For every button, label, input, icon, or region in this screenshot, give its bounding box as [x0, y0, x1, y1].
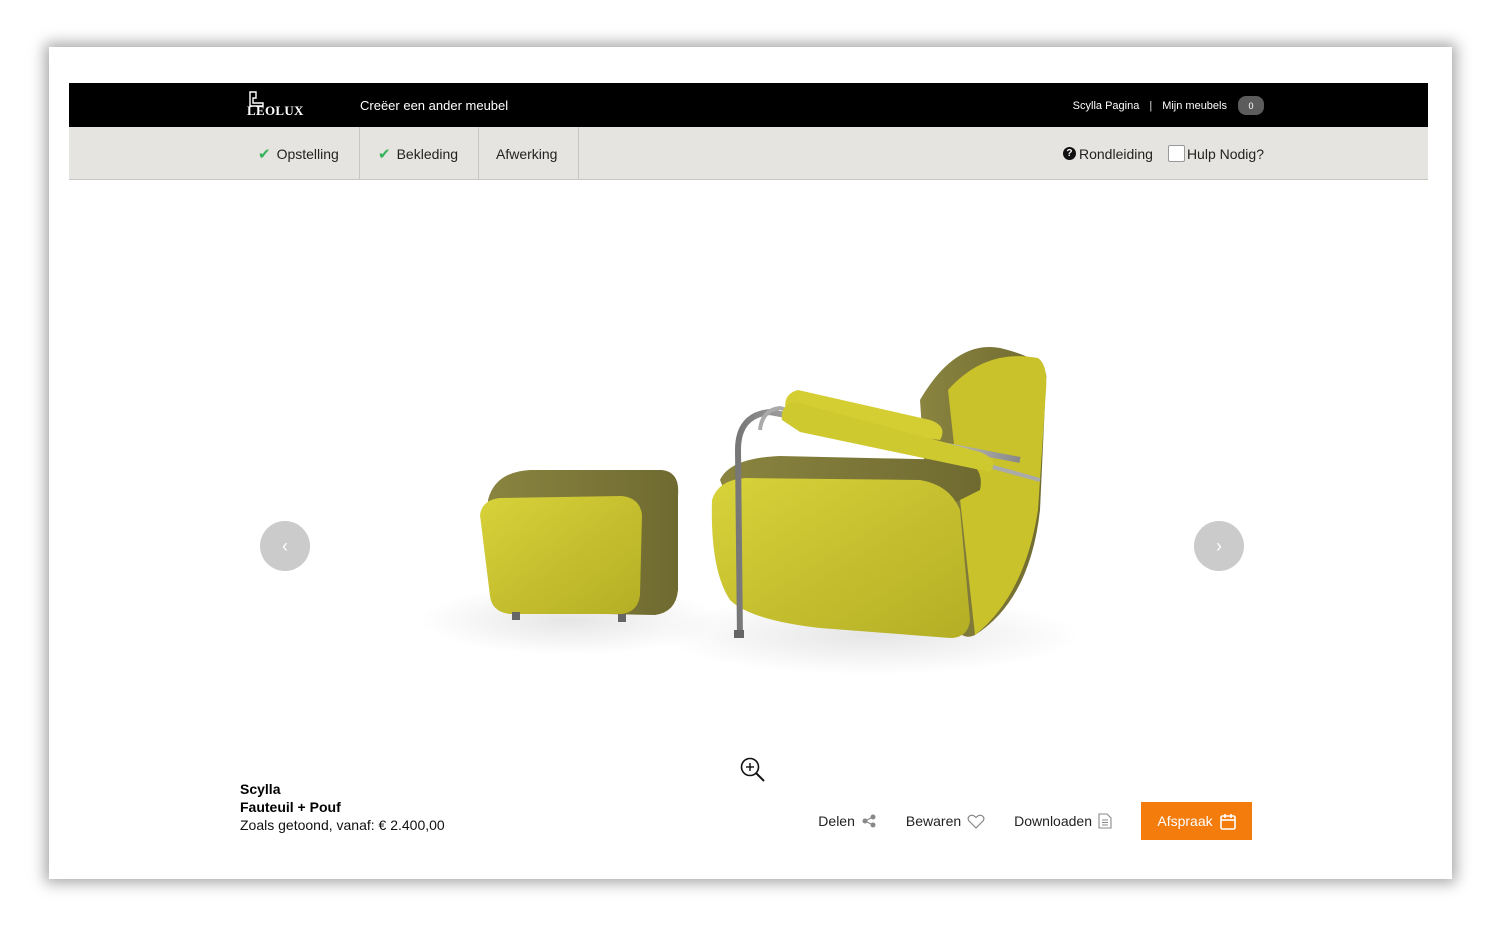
configurator-steps-bar: ✔ Opstelling ✔ Bekleding Afwerking ? Ron… [69, 127, 1428, 180]
my-furniture-link[interactable]: Mijn meubels [1162, 100, 1227, 112]
calendar-icon [1219, 813, 1236, 830]
chevron-left-icon: ‹ [282, 535, 288, 556]
download-button[interactable]: Downloaden [1014, 813, 1112, 829]
model-page-link[interactable]: Scylla Pagina [1073, 100, 1140, 112]
appointment-label: Afspraak [1157, 813, 1213, 829]
product-price: Zoals getoond, vanaf: € 2.400,00 [240, 817, 445, 833]
leolux-logo[interactable]: LEOLUX [247, 91, 304, 119]
help-label[interactable]: Hulp Nodig? [1187, 146, 1264, 162]
heart-icon [967, 814, 985, 829]
share-label: Delen [818, 813, 855, 829]
create-other-furniture-link[interactable]: Creëer een ander meubel [360, 98, 508, 113]
share-icon [862, 814, 876, 828]
logo-text: LEOLUX [247, 103, 304, 118]
chevron-right-icon: › [1216, 535, 1222, 556]
step-divider [359, 127, 360, 180]
carousel-next-button[interactable]: › [1194, 521, 1244, 571]
top-header: LEOLUX Creëer een ander meubel Scylla Pa… [69, 83, 1428, 127]
step-divider [578, 127, 579, 180]
product-render [420, 347, 1080, 675]
download-label: Downloaden [1014, 813, 1092, 829]
pouf-illustration [480, 470, 679, 622]
carousel-prev-button[interactable]: ‹ [260, 521, 310, 571]
header-separator: | [1149, 99, 1153, 112]
check-icon: ✔ [378, 145, 391, 163]
nav-help-area: ? Rondleiding Hulp Nodig? [1062, 127, 1264, 180]
step-divider [478, 127, 479, 180]
step-label: Opstelling [276, 145, 339, 162]
step-opstelling[interactable]: ✔ Opstelling [258, 127, 339, 180]
zoom-in-icon[interactable] [739, 757, 767, 783]
product-type: Fauteuil + Pouf [240, 799, 341, 815]
tour-link[interactable]: Rondleiding [1079, 146, 1153, 162]
step-bekleding[interactable]: ✔ Bekleding [378, 127, 458, 180]
product-info: Scylla Fauteuil + Pouf Zoals getoond, va… [240, 780, 445, 834]
save-button[interactable]: Bewaren [906, 813, 985, 829]
step-afwerking[interactable]: Afwerking [496, 127, 557, 180]
question-icon: ? [1062, 147, 1076, 160]
header-user-links: Scylla Pagina | Mijn meubels 0 [1073, 96, 1264, 115]
share-button[interactable]: Delen [818, 813, 877, 829]
step-label: Afwerking [496, 145, 558, 162]
check-icon: ✔ [258, 145, 271, 163]
armchair-illustration [711, 347, 1047, 639]
document-icon [1098, 813, 1112, 829]
product-actions: Delen Bewaren Downloaden Afspraak [818, 802, 1252, 840]
appointment-button[interactable]: Afspraak [1141, 802, 1252, 840]
save-label: Bewaren [905, 813, 962, 829]
help-checkbox[interactable] [1167, 145, 1185, 162]
step-label: Bekleding [396, 145, 459, 162]
cart-count-badge[interactable]: 0 [1238, 96, 1264, 115]
product-name: Scylla [240, 781, 281, 797]
